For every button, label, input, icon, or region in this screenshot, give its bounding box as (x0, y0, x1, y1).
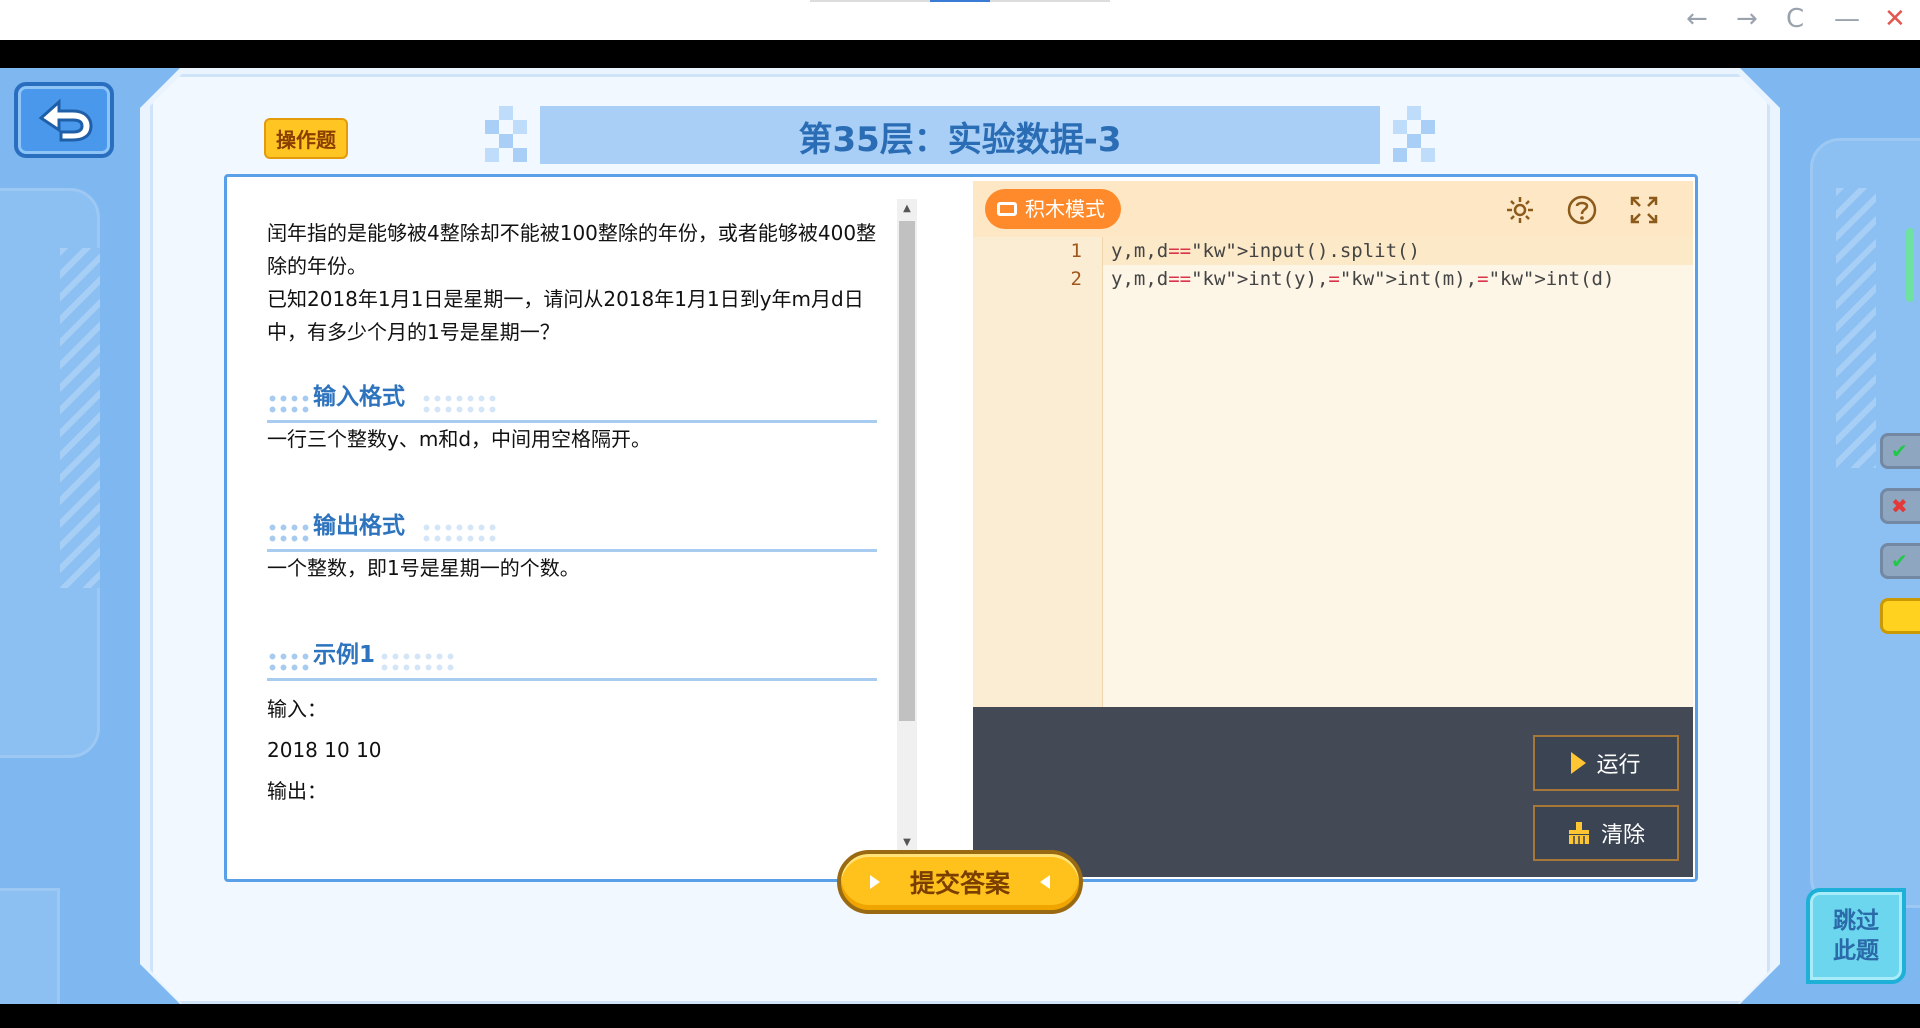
broom-icon (1568, 822, 1589, 844)
return-arrow-icon (38, 98, 93, 142)
minimize-icon[interactable]: — (1834, 4, 1860, 34)
code-editor: 积木模式 1 2 y,m,d=="kw">input().split() y,m… (973, 181, 1693, 877)
question-panel: 闰年指的是能够被4整除却不能被100整除的年份，或者能够被400整除的年份。 已… (224, 174, 1698, 882)
run-label: 运行 (1596, 753, 1641, 778)
section-label: 输出格式 (313, 513, 405, 539)
editor-toolbar: 积木模式 (973, 181, 1693, 237)
section-label: 示例1 (313, 642, 376, 668)
example-input-value: 2018 10 10 (267, 738, 382, 762)
level-title-bar: 第35层：实验数据-3 (485, 106, 1435, 166)
scrollbar-thumb[interactable] (899, 221, 915, 721)
clear-button[interactable]: 清除 (1533, 805, 1679, 861)
left-stripes (60, 248, 100, 588)
line-number: 2 (1070, 268, 1082, 290)
clear-label: 清除 (1600, 823, 1645, 848)
section-label: 输入格式 (313, 384, 405, 410)
tab-indicator (810, 0, 1110, 2)
help-icon[interactable] (1565, 193, 1599, 227)
question-tab-2[interactable]: ✖ (1880, 488, 1920, 524)
example-header: 示例1 (267, 637, 877, 681)
left-lower-panel (0, 888, 60, 1004)
question-tab-current[interactable] (1880, 598, 1920, 634)
input-format-header: 输入格式 (267, 379, 877, 423)
question-tab-3[interactable]: ✔ (1880, 543, 1920, 579)
code-area[interactable]: y,m,d=="kw">input().split() y,m,d=="kw">… (1103, 237, 1693, 707)
settings-icon[interactable] (1503, 193, 1537, 227)
arrow-left-icon (1040, 875, 1050, 889)
code-line-1[interactable]: y,m,d=="kw">input().split() (1103, 237, 1693, 265)
block-mode-label: 积木模式 (1025, 197, 1105, 221)
back-button[interactable] (14, 82, 114, 158)
run-button[interactable]: 运行 (1533, 735, 1679, 791)
submit-label: 提交答案 (909, 869, 1010, 898)
side-scroll-indicator[interactable] (1906, 228, 1914, 302)
forward-nav-icon[interactable]: → (1736, 4, 1758, 34)
check-icon: ✔ (1891, 549, 1908, 573)
description-paragraph-1: 闰年指的是能够被4整除却不能被100整除的年份，或者能够被400整除的年份。 (267, 221, 877, 278)
skip-question-button[interactable]: 跳过 此题 (1806, 888, 1906, 984)
window-title-bar: ← → C — ✕ (0, 0, 1920, 40)
code-line-2[interactable]: y,m,d=="kw">int(y),="kw">int(m),="kw">in… (1111, 265, 1693, 293)
check-icon: ✔ (1891, 439, 1908, 463)
description-paragraph-2: 已知2018年1月1日是星期一，请问从2018年1月1日到y年m月d日中，有多少… (267, 287, 864, 344)
block-mode-button[interactable]: 积木模式 (985, 189, 1121, 229)
output-format-header: 输出格式 (267, 508, 877, 552)
question-tab-1[interactable]: ✔ (1880, 433, 1920, 469)
skip-label-1: 跳过 (1833, 908, 1879, 934)
problem-statement[interactable]: 闰年指的是能够被4整除却不能被100整除的年份，或者能够被400整除的年份。 已… (267, 217, 877, 872)
bottom-band (0, 1004, 1920, 1028)
close-icon[interactable]: ✕ (1884, 4, 1906, 34)
line-number-gutter: 1 2 (973, 237, 1103, 707)
output-format-body: 一个整数，即1号是星期一的个数。 (267, 556, 580, 580)
fullscreen-icon[interactable] (1627, 193, 1661, 227)
arrow-right-icon (869, 875, 880, 889)
line-number: 1 (1070, 240, 1082, 262)
right-stripes (1836, 188, 1876, 468)
reload-icon[interactable]: C (1786, 4, 1804, 34)
submit-answer-button[interactable]: 提交答案 (837, 850, 1083, 914)
problem-scrollbar[interactable]: ▲ ▼ (897, 199, 917, 853)
level-title: 第35层：实验数据-3 (798, 120, 1122, 160)
question-type-badge: 操作题 (264, 118, 348, 159)
block-icon (997, 202, 1017, 216)
play-icon (1571, 752, 1587, 774)
scroll-up-arrow-icon[interactable]: ▲ (897, 199, 917, 219)
example-output-label: 输出： (267, 779, 327, 803)
example-input-label: 输入： (267, 697, 327, 721)
top-band (0, 40, 1920, 68)
cross-icon: ✖ (1891, 494, 1908, 518)
skip-label-2: 此题 (1833, 938, 1879, 964)
output-console: 运行 清除 (973, 707, 1693, 877)
input-format-body: 一行三个整数y、m和d，中间用空格隔开。 (267, 427, 652, 451)
back-nav-icon[interactable]: ← (1686, 4, 1708, 34)
